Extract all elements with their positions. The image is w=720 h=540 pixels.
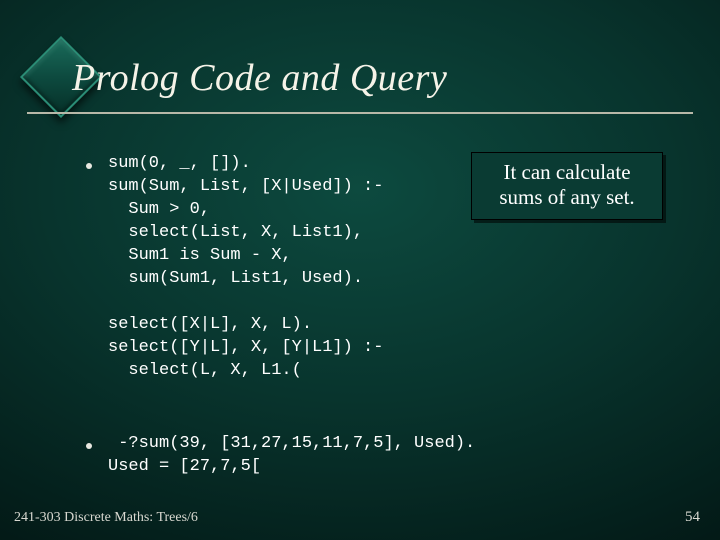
code-block-select: select([X|L], X, L). select([Y|L], X, [Y…	[108, 314, 383, 383]
bullet-icon	[86, 443, 92, 449]
bullet-icon	[86, 163, 92, 169]
code-block-sum: sum(0, _, []). sum(Sum, List, [X|Used]) …	[108, 153, 383, 291]
callout-box: It can calculate sums of any set.	[471, 152, 663, 220]
slide-title: Prolog Code and Query	[72, 56, 447, 100]
footer-page-number: 54	[685, 509, 700, 526]
code-block-query: -?sum(39, [31,27,15,11,7,5], Used). Used…	[108, 433, 475, 479]
footer-course: 241-303 Discrete Maths: Trees/6	[14, 510, 198, 526]
callout-text: It can calculate sums of any set.	[499, 160, 634, 209]
title-underline	[27, 112, 693, 114]
